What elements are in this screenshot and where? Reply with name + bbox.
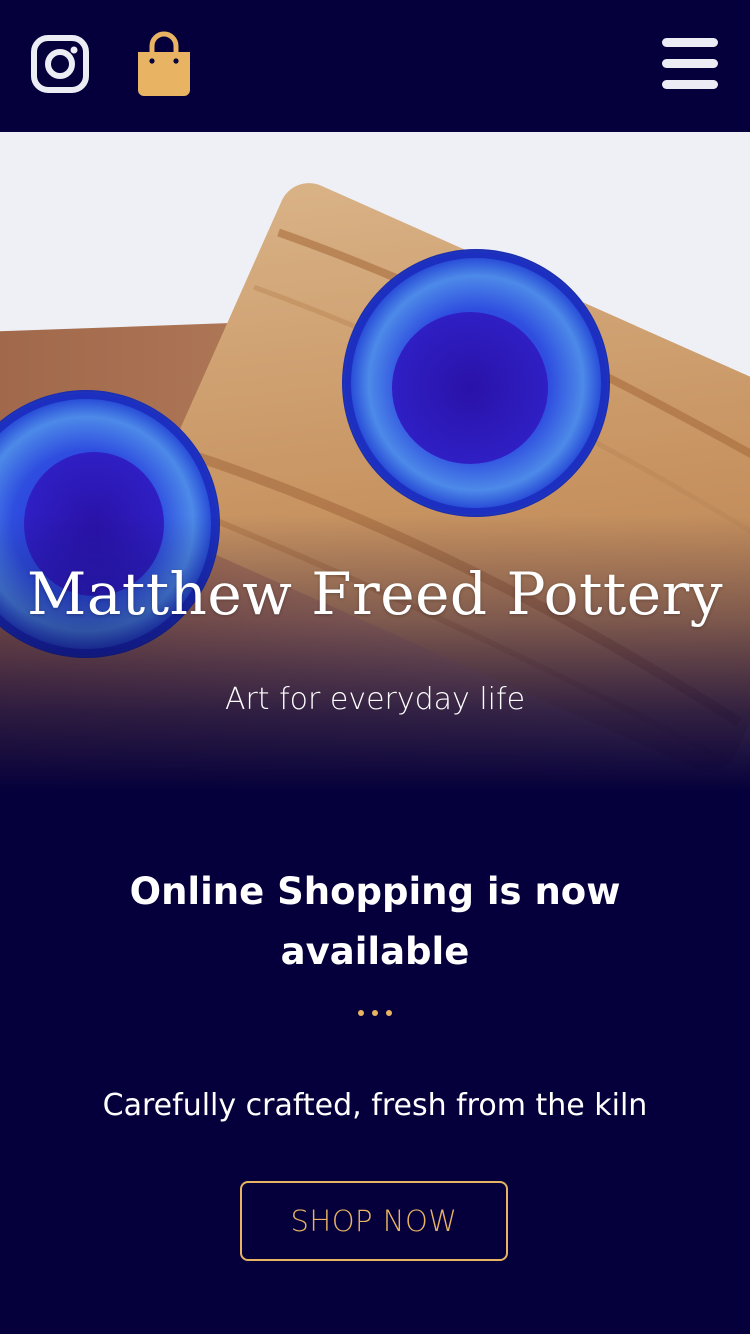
dots-divider: [0, 1010, 750, 1050]
hamburger-menu-icon[interactable]: [660, 36, 720, 92]
divider-dot: [358, 1010, 364, 1016]
hero-banner: Matthew Freed Pottery Art for everyday l…: [0, 132, 750, 792]
shop-now-button[interactable]: SHOP NOW: [240, 1181, 508, 1261]
divider-dot: [386, 1010, 392, 1016]
hero-subtitle: Art for everyday life: [224, 682, 526, 717]
instagram-icon[interactable]: [30, 34, 90, 94]
promo-headline: Online Shopping is now available: [129, 870, 621, 973]
promo-section: Online Shopping is now available Careful…: [0, 792, 750, 1334]
divider-dot: [372, 1010, 378, 1016]
page: Matthew Freed Pottery Art for everyday l…: [0, 0, 750, 1334]
promo-tagline: Carefully crafted, fresh from the kiln: [102, 1088, 648, 1123]
hero-title: Matthew Freed Pottery: [26, 560, 724, 628]
shopping-bag-icon[interactable]: [134, 30, 194, 98]
top-nav-bar: [0, 0, 750, 132]
